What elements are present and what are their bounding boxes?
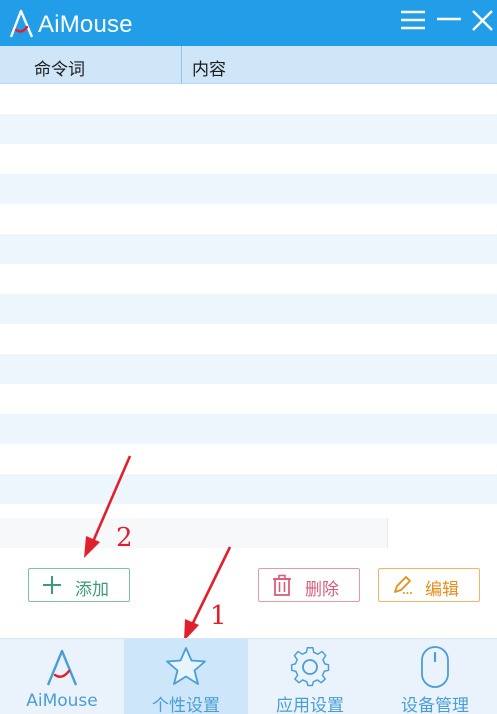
table-row[interactable] (0, 384, 497, 414)
table-row[interactable] (0, 474, 497, 504)
trash-icon (273, 574, 291, 596)
table-header: 命令词 内容 (0, 46, 497, 84)
close-icon[interactable] (468, 6, 497, 36)
mouse-icon (421, 646, 449, 688)
edit-button[interactable]: 编辑 (378, 568, 480, 602)
table-row[interactable] (0, 324, 497, 354)
table-row[interactable] (0, 114, 497, 144)
table-row[interactable] (0, 84, 497, 114)
column-header-keyword[interactable]: 命令词 (34, 55, 85, 80)
annotation-label-2: 2 (116, 523, 133, 553)
table-row[interactable] (0, 234, 497, 264)
nav-label-aimouse: AiMouse (26, 691, 98, 711)
nav-item-aimouse[interactable]: AiMouse (0, 639, 124, 714)
table-row[interactable] (0, 444, 497, 474)
table-row[interactable] (0, 354, 497, 384)
horizontal-scrollbar[interactable] (0, 518, 388, 548)
aimouse-logo-icon (9, 9, 34, 38)
table-row[interactable] (0, 204, 497, 234)
title-bar: AiMouse (0, 0, 497, 46)
pencil-icon (394, 576, 412, 594)
nav-label-personal-settings: 个性设置 (152, 696, 220, 714)
nav-item-app-settings[interactable]: 应用设置 (248, 639, 372, 714)
annotation-arrow-1 (184, 546, 232, 641)
command-table-body[interactable] (0, 84, 497, 504)
table-row[interactable] (0, 174, 497, 204)
table-row[interactable] (0, 414, 497, 444)
delete-button-label: 删除 (305, 580, 339, 600)
column-divider[interactable] (181, 46, 182, 83)
delete-button[interactable]: 删除 (258, 568, 360, 602)
nav-item-personal-settings[interactable]: 个性设置 (124, 639, 248, 714)
table-row[interactable] (0, 144, 497, 174)
minimize-icon[interactable] (434, 6, 464, 36)
nav-label-device-management: 设备管理 (401, 696, 469, 714)
nav-label-app-settings: 应用设置 (276, 696, 344, 714)
annotation-label-1: 1 (210, 601, 227, 631)
aimouse-logo-icon (46, 649, 78, 686)
table-row[interactable] (0, 264, 497, 294)
nav-item-device-management[interactable]: 设备管理 (373, 639, 497, 714)
column-header-content[interactable]: 内容 (192, 55, 226, 80)
add-button[interactable]: 添加 (28, 568, 130, 602)
add-button-label: 添加 (75, 580, 109, 600)
plus-icon (43, 576, 61, 594)
edit-button-label: 编辑 (425, 580, 459, 600)
star-icon (166, 647, 206, 685)
gear-icon (290, 647, 330, 687)
table-row[interactable] (0, 294, 497, 324)
bottom-nav: AiMouse 个性设置 应用设置 设备管理 (0, 638, 497, 714)
app-title: AiMouse (38, 11, 133, 38)
hamburger-icon[interactable] (398, 6, 428, 36)
